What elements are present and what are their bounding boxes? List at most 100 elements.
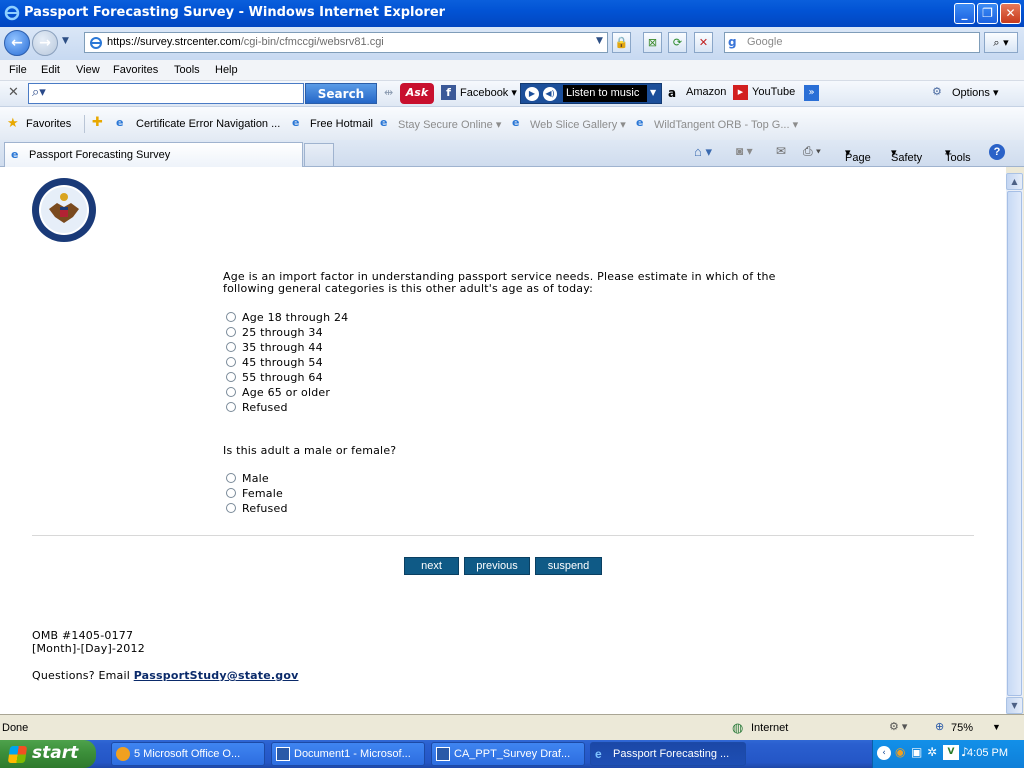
radio-button[interactable] (226, 312, 236, 322)
listen-to-music-widget[interactable]: ▶ ◀) Listen to music ▼ (520, 83, 662, 104)
print-icon[interactable]: ⎙ ▾ (803, 144, 821, 159)
recent-pages-icon[interactable]: ▼ (62, 36, 69, 46)
start-button[interactable]: start (0, 740, 96, 768)
scroll-down-button[interactable]: ▼ (1006, 697, 1023, 714)
options-button[interactable]: Options ▾ (952, 86, 999, 99)
new-tab-button[interactable] (304, 143, 334, 166)
zoom-dropdown-icon[interactable]: ▼ (992, 722, 1001, 732)
protected-mode-icon[interactable]: ⚙ ▾ (889, 720, 907, 733)
menu-help[interactable]: Help (215, 64, 238, 76)
lock-icon[interactable]: 🔒 (612, 32, 631, 53)
youtube-button[interactable]: YouTube (752, 86, 795, 98)
window-title: Passport Forecasting Survey - Windows In… (24, 5, 446, 20)
email-link[interactable]: PassportStudy@state.gov (134, 669, 299, 682)
search-button[interactable]: ⌕ ▾ (984, 32, 1018, 53)
page-menu[interactable]: Page ▾ (845, 146, 871, 164)
ask-search-input[interactable]: ⌕▾ (28, 83, 304, 104)
stop-icon[interactable]: ✕ (694, 32, 713, 53)
play-icon[interactable]: ▶ (525, 87, 539, 101)
forward-button[interactable]: → (32, 30, 58, 56)
task-ca-ppt-survey[interactable]: CA_PPT_Survey Draf... (431, 742, 585, 766)
radio-button[interactable] (226, 342, 236, 352)
task-microsoft-office[interactable]: 5 Microsoft Office O... (111, 742, 265, 766)
address-bar[interactable]: https://survey.strcenter.com/cgi-bin/cfm… (84, 32, 608, 53)
fav-wildtangent[interactable]: WildTangent ORB - Top G... ▾ (654, 118, 798, 131)
facebook-button[interactable]: Facebook ▾ (460, 86, 517, 99)
omb-number: OMB #1405-0177 (32, 629, 134, 642)
age-question-line2: following general categories is this oth… (223, 282, 594, 295)
search-input[interactable]: g Google (724, 32, 980, 53)
amazon-button[interactable]: Amazon (686, 86, 726, 98)
clock: 4:05 PM (967, 747, 1008, 759)
ie-logo-icon (4, 5, 20, 21)
menu-edit[interactable]: Edit (41, 64, 60, 76)
ask-search-button[interactable]: Search (305, 83, 377, 104)
globe-icon: ◍ (732, 720, 744, 735)
minimize-button[interactable]: _ (954, 3, 975, 24)
favorites-button[interactable]: Favorites (26, 118, 71, 130)
zoom-level[interactable]: 75% (951, 722, 973, 734)
security-zone: Internet (751, 722, 789, 734)
volume-icon[interactable]: ◀) (543, 87, 557, 101)
amazon-icon: a (668, 86, 677, 100)
ask-logo-icon[interactable]: Ask (400, 83, 434, 104)
tools-menu[interactable]: Tools ▾ (945, 146, 971, 164)
word-icon (276, 747, 290, 761)
mail-icon[interactable]: ✉ (776, 144, 786, 158)
more-chevron-icon[interactable]: » (804, 85, 819, 101)
radio-button[interactable] (226, 503, 236, 513)
scroll-thumb[interactable] (1007, 191, 1022, 696)
suspend-button[interactable]: suspend (535, 557, 602, 575)
vertical-scrollbar[interactable]: ▲ ▼ (1006, 173, 1023, 714)
home-icon[interactable]: ⌂ ▾ (694, 144, 712, 160)
tray-expand-icon[interactable]: ‹ (877, 746, 891, 760)
task-passport-forecasting[interactable]: e Passport Forecasting ... (590, 742, 746, 766)
fav-web-slice-gallery[interactable]: Web Slice Gallery ▾ (530, 118, 626, 131)
network-icon[interactable]: ▣ (911, 745, 922, 759)
fav-free-hotmail[interactable]: Free Hotmail (310, 118, 373, 130)
gender-question: Is this adult a male or female? (223, 444, 397, 457)
system-tray: ‹ ◉ ▣ ✲ V ♪ 4:05 PM (872, 740, 1024, 768)
menu-view[interactable]: View (76, 64, 100, 76)
zoom-icon[interactable]: ⊕ (935, 720, 944, 733)
compatibility-icon[interactable]: ⊠ (643, 32, 662, 53)
menu-favorites[interactable]: Favorites (113, 64, 158, 76)
status-text: Done (2, 722, 29, 734)
tab-passport-forecasting[interactable]: e Passport Forecasting Survey (4, 142, 303, 167)
antivirus-icon[interactable]: V (943, 745, 959, 760)
radio-button[interactable] (226, 357, 236, 367)
radio-button[interactable] (226, 402, 236, 412)
address-dropdown-icon[interactable]: ▼ (590, 32, 609, 53)
tab-label: Passport Forecasting Survey (29, 149, 171, 161)
tray-tool-icon[interactable]: ✲ (927, 745, 937, 759)
safety-menu[interactable]: Safety ▾ (891, 146, 922, 164)
previous-button[interactable]: previous (464, 557, 530, 575)
close-button[interactable]: ✕ (1000, 3, 1021, 24)
windows-logo-icon (7, 746, 28, 763)
fav-stay-secure[interactable]: Stay Secure Online ▾ (398, 118, 501, 131)
radio-button[interactable] (226, 327, 236, 337)
help-icon[interactable]: ? (989, 144, 1005, 160)
favorites-bar: ★ Favorites ✚ e Certificate Error Naviga… (0, 107, 1024, 140)
tab-row: e Passport Forecasting Survey ⌂ ▾ ◙ ▾ ✉ … (0, 140, 1024, 167)
add-favorite-icon[interactable]: ✚ (92, 115, 103, 130)
refresh-icon[interactable]: ⟳ (668, 32, 687, 53)
listen-dropdown-icon[interactable]: ▼ (650, 88, 656, 97)
radio-button[interactable] (226, 372, 236, 382)
url-path: /cgi-bin/cfmccgi/websrv81.cgi (240, 36, 384, 48)
maximize-button[interactable]: ❐ (977, 3, 998, 24)
next-button[interactable]: next (404, 557, 459, 575)
back-button[interactable]: ← (4, 30, 30, 56)
radio-button[interactable] (226, 488, 236, 498)
toolbar-close-icon[interactable]: ✕ (8, 85, 19, 100)
tray-app-icon[interactable]: ◉ (895, 745, 905, 759)
menu-file[interactable]: File (9, 64, 27, 76)
radio-button[interactable] (226, 387, 236, 397)
menu-tools[interactable]: Tools (174, 64, 200, 76)
scroll-up-button[interactable]: ▲ (1006, 173, 1023, 190)
fav-certificate-error[interactable]: Certificate Error Navigation ... (136, 118, 280, 130)
radio-button[interactable] (226, 473, 236, 483)
task-document1[interactable]: Document1 - Microsof... (271, 742, 425, 766)
feeds-icon[interactable]: ◙ ▾ (736, 144, 753, 158)
gear-icon: ⚙ (932, 85, 942, 98)
